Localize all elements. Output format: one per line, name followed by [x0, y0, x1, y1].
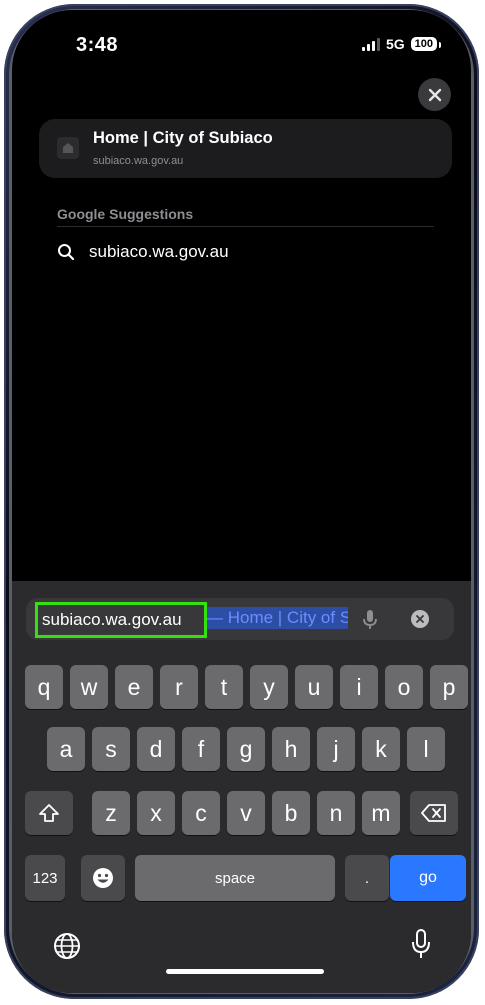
status-time: 3:48 [76, 34, 119, 56]
status-indicators: 5G 100 [361, 36, 442, 52]
battery-icon: 100 [410, 37, 442, 51]
address-bar[interactable]: subiaco.wa.gov.au — Home | City of Subia… [26, 598, 454, 640]
key-q[interactable]: q [25, 665, 63, 709]
key-e[interactable]: e [115, 665, 153, 709]
key-d[interactable]: d [137, 727, 175, 771]
space-key[interactable]: space [135, 855, 335, 901]
key-g[interactable]: g [227, 727, 265, 771]
clear-text-button[interactable] [411, 610, 429, 628]
shift-key[interactable] [25, 791, 73, 835]
key-w[interactable]: w [70, 665, 108, 709]
close-icon [428, 88, 441, 101]
period-key[interactable]: . [345, 855, 389, 901]
key-t[interactable]: t [205, 665, 243, 709]
go-key[interactable]: go [390, 855, 466, 901]
key-h[interactable]: h [272, 727, 310, 771]
backspace-icon [421, 804, 446, 822]
suggestion-label: subiaco.wa.gov.au [89, 242, 229, 261]
close-button[interactable] [418, 78, 451, 111]
key-f[interactable]: f [182, 727, 220, 771]
home-indicator[interactable] [166, 969, 324, 974]
site-favicon-icon [57, 137, 79, 159]
key-m[interactable]: m [362, 791, 400, 835]
search-suggestion-item[interactable]: subiaco.wa.gov.au [57, 238, 437, 266]
screen: 3:48 5G 100 Home | City of Subiaco subia… [12, 10, 471, 993]
key-k[interactable]: k [362, 727, 400, 771]
globe-icon[interactable] [52, 931, 82, 961]
key-j[interactable]: j [317, 727, 355, 771]
emoji-key[interactable] [81, 855, 125, 901]
key-a[interactable]: a [47, 727, 85, 771]
key-z[interactable]: z [92, 791, 130, 835]
key-y[interactable]: y [250, 665, 288, 709]
key-s[interactable]: s [92, 727, 130, 771]
dictation-microphone-icon[interactable] [410, 928, 432, 960]
search-icon [58, 244, 75, 261]
key-n[interactable]: n [317, 791, 355, 835]
signal-strength-icon [361, 37, 380, 51]
key-u[interactable]: u [295, 665, 333, 709]
key-c[interactable]: c [182, 791, 220, 835]
key-b[interactable]: b [272, 791, 310, 835]
key-p[interactable]: p [430, 665, 468, 709]
key-x[interactable]: x [137, 791, 175, 835]
emoji-icon [93, 868, 113, 888]
suggestions-header: Google Suggestions [57, 206, 194, 222]
backspace-key[interactable] [410, 791, 458, 835]
clear-icon [416, 615, 424, 623]
highlight-box [35, 602, 207, 638]
key-r[interactable]: r [160, 665, 198, 709]
keyboard-area: subiaco.wa.gov.au — Home | City of Subia… [12, 581, 471, 993]
divider [57, 226, 434, 227]
address-autofill-text: — Home | City of Subiaco [204, 607, 348, 629]
top-hit-url: subiaco.wa.gov.au [93, 155, 184, 167]
key-o[interactable]: o [385, 665, 423, 709]
numbers-key[interactable]: 123 [25, 855, 65, 901]
top-hit-title: Home | City of Subiaco [93, 129, 273, 147]
key-l[interactable]: l [407, 727, 445, 771]
microphone-icon[interactable] [362, 609, 378, 631]
shift-icon [39, 804, 59, 822]
network-type: 5G [385, 36, 405, 52]
key-v[interactable]: v [227, 791, 265, 835]
status-bar: 3:48 5G 100 [12, 10, 471, 70]
key-i[interactable]: i [340, 665, 378, 709]
top-hit-suggestion[interactable]: Home | City of Subiaco subiaco.wa.gov.au [39, 119, 452, 178]
